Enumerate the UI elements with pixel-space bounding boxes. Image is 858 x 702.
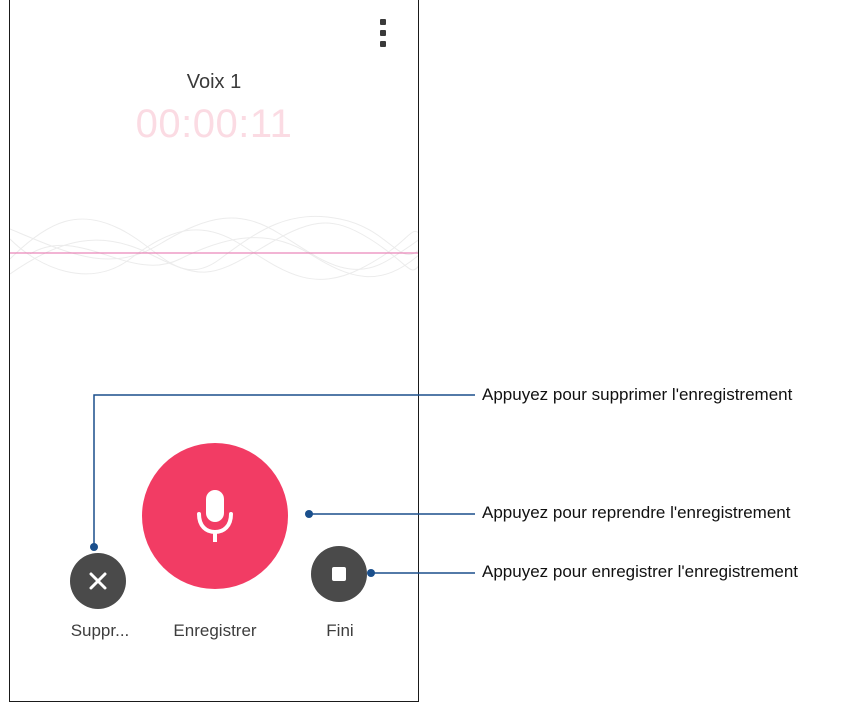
callout-dot-delete — [90, 543, 98, 551]
callout-line-delete — [93, 394, 475, 547]
callout-resume-text: Appuyez pour reprendre l'enregistrement — [482, 503, 791, 522]
callout-delete-text: Appuyez pour supprimer l'enregistrement — [482, 385, 793, 404]
callout-save-text: Appuyez pour enregistrer l'enregistremen… — [482, 562, 799, 581]
callout-dot-resume — [305, 510, 313, 518]
callout-dot-save — [367, 569, 375, 577]
callout-lines — [90, 394, 475, 577]
